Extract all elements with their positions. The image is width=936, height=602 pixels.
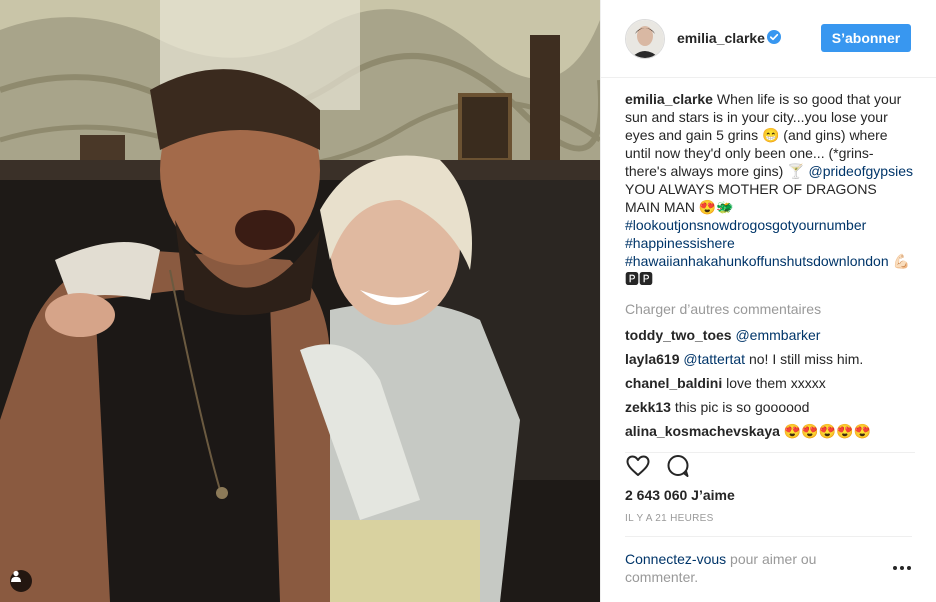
login-prompt: Connectez-vous pour aimer ou commenter. [625, 550, 855, 586]
comment: alina_kosmachevskaya 😍😍😍😍😍 [625, 422, 915, 440]
comment-text: love them xxxxx [722, 375, 826, 391]
post-sidebar: emilia_clarke S’abonner emilia_clarke Wh… [600, 0, 936, 602]
comment: toddy_two_toes @emmbarker [625, 326, 915, 344]
instagram-post: emilia_clarke S’abonner emilia_clarke Wh… [0, 0, 936, 602]
follow-button[interactable]: S’abonner [821, 24, 911, 52]
caption-mention[interactable]: @prideofgypsies [809, 163, 914, 179]
comment-username[interactable]: zekk13 [625, 399, 671, 415]
post-photo[interactable] [0, 0, 600, 602]
comment-mention[interactable]: @tattertat [683, 351, 745, 367]
comment-username[interactable]: alina_kosmachevskaya [625, 423, 780, 439]
comment: layla619 @tattertat no! I still miss him… [625, 350, 915, 368]
comment-text: 😍😍😍😍😍 [779, 423, 871, 439]
divider [625, 536, 912, 537]
comment-text: this pic is so goooood [670, 399, 810, 415]
comment-username[interactable]: chanel_baldini [625, 375, 722, 391]
post-header: emilia_clarke S’abonner [601, 0, 936, 78]
comment-username[interactable]: toddy_two_toes [625, 327, 732, 343]
comment: zekk13 this pic is so goooood [625, 398, 915, 416]
photo-illustration [0, 0, 600, 602]
avatar[interactable] [625, 19, 665, 59]
post-timestamp: IL Y A 21 HEURES [625, 513, 714, 524]
comments-section: emilia_clarke When life is so good that … [625, 90, 915, 446]
comment-text: no! I still miss him. [745, 351, 864, 367]
caption: emilia_clarke When life is so good that … [625, 90, 915, 288]
load-more-comments-button[interactable]: Charger d’autres commentaires [625, 300, 915, 318]
username-link[interactable]: emilia_clarke [677, 30, 765, 46]
like-count[interactable]: 2 643 060 J’aime [625, 487, 735, 503]
comment-mention[interactable]: @emmbarker [735, 327, 820, 343]
caption-username[interactable]: emilia_clarke [625, 91, 713, 107]
caption-text-2: YOU ALWAYS MOTHER OF DRAGONS MAIN MAN 😍🐲 [625, 181, 877, 215]
user-tag-icon[interactable] [10, 570, 32, 592]
comment-icon[interactable] [665, 453, 691, 479]
verified-badge-icon [767, 30, 781, 44]
hashtag[interactable]: #hawaiianhakahunkoffunshutsdownlondon [625, 253, 889, 269]
login-link[interactable]: Connectez-vous [625, 551, 726, 567]
hashtag[interactable]: #happinessishere [625, 235, 735, 251]
comment-username[interactable]: layla619 [625, 351, 680, 367]
heart-icon[interactable] [625, 453, 651, 479]
action-bar [625, 452, 915, 483]
more-options-icon[interactable] [892, 565, 912, 571]
hashtag[interactable]: #lookoutjonsnowdrogosgotyournumber [625, 217, 866, 233]
comment: chanel_baldini love them xxxxx [625, 374, 915, 392]
